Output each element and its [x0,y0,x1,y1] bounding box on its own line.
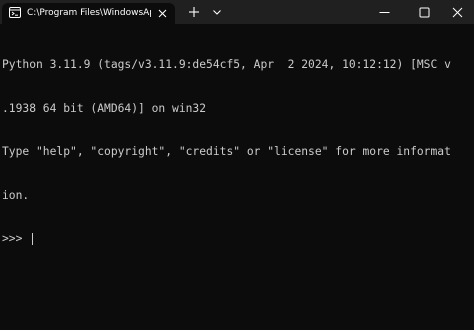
python-prompt: >>> [2,232,30,245]
console-line: Python 3.11.9 (tags/v3.11.9:de54cf5, Apr… [2,58,451,71]
minimize-button[interactable] [366,0,402,24]
chevron-down-icon[interactable] [212,7,222,17]
close-icon [452,7,462,17]
minimize-icon [379,11,389,13]
console-output[interactable]: Python 3.11.9 (tags/v3.11.9:de54cf5, Apr… [2,29,472,328]
plus-icon[interactable] [187,5,201,19]
console-line: Type "help", "copyright", "credits" or "… [2,145,451,158]
tab-title: C:\Program Files\WindowsAp [27,8,151,18]
maximize-icon [419,7,429,17]
maximize-button[interactable] [406,0,442,24]
console-line: .1938 64 bit (AMD64)] on win32 [2,101,207,115]
prompt-line[interactable]: >>> [2,232,472,247]
terminal-icon [9,7,21,18]
console-line: ion. [2,188,30,202]
title-bar: C:\Program Files\WindowsAp [0,0,474,24]
text-cursor [32,233,34,246]
close-button[interactable] [440,0,474,24]
tab-active[interactable]: C:\Program Files\WindowsAp [2,3,175,24]
close-tab-icon[interactable] [157,8,168,19]
terminal-window: C:\Program Files\WindowsAp Python 3.11.9… [0,0,474,330]
